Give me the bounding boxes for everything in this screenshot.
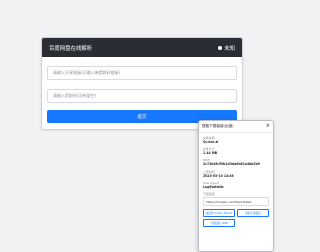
idm-download-button[interactable]: 下载链接 (IDM)	[203, 219, 235, 228]
md5-row: MD5 2c72b4fc59b1d3da0b81a4bb2b9	[203, 158, 269, 166]
extract-code-input[interactable]: 请输入提取码(没有留空)	[47, 89, 237, 103]
send-to-aria2-button[interactable]: 发送到 Aria2 / Motrix	[203, 209, 235, 218]
status-indicator: 未知	[218, 44, 235, 52]
share-link-input[interactable]: 请输入分享链接(可输入带提取码链接)	[47, 66, 237, 80]
field-value: 1.44 MB	[203, 151, 218, 156]
field-value: 2c72b4fc59b1d3da0b81a4bb2b9	[203, 162, 261, 167]
field-value: 2023-03-10 14:46	[203, 173, 234, 178]
file-size-row: 文件大小 1.44 MB	[203, 147, 269, 155]
download-link-label: 下载链接:	[203, 192, 216, 197]
file-name-row: 文件名称 Sy.exe.zi	[203, 136, 269, 144]
field-value: Sy.exe.zi	[203, 140, 219, 144]
panel-header: 提取下载链接(出错) ×	[199, 121, 273, 133]
close-icon[interactable]: ×	[266, 124, 270, 129]
download-link-field[interactable]: https://d.baidu.com/file/c4e6e2	[203, 197, 269, 207]
copy-link-button[interactable]: 复制下载链接	[237, 209, 269, 218]
download-link-row: 下载链接: https://d.baidu.com/file/c4e6e2 发送…	[203, 192, 269, 228]
upload-time-row: 上传时间 2023-03-10 14:46	[203, 170, 269, 178]
download-link-panel: 提取下载链接(出错) × 文件名称 Sy.exe.zi 文件大小 1.44 MB…	[198, 120, 274, 252]
user-agent-row: User-Agent LogStatistic	[203, 181, 269, 189]
panel-title: 提取下载链接(出错)	[202, 124, 234, 128]
status-text: 未知	[224, 45, 235, 52]
form-title: 百度网盘在线解析	[49, 45, 93, 52]
form-header: 百度网盘在线解析 未知	[42, 38, 242, 57]
parse-form-card: 百度网盘在线解析 未知 请输入分享链接(可输入带提取码链接) 请输入提取码(没有…	[41, 37, 243, 130]
field-value: LogStatistic	[203, 184, 224, 189]
status-dot-icon	[218, 45, 223, 50]
